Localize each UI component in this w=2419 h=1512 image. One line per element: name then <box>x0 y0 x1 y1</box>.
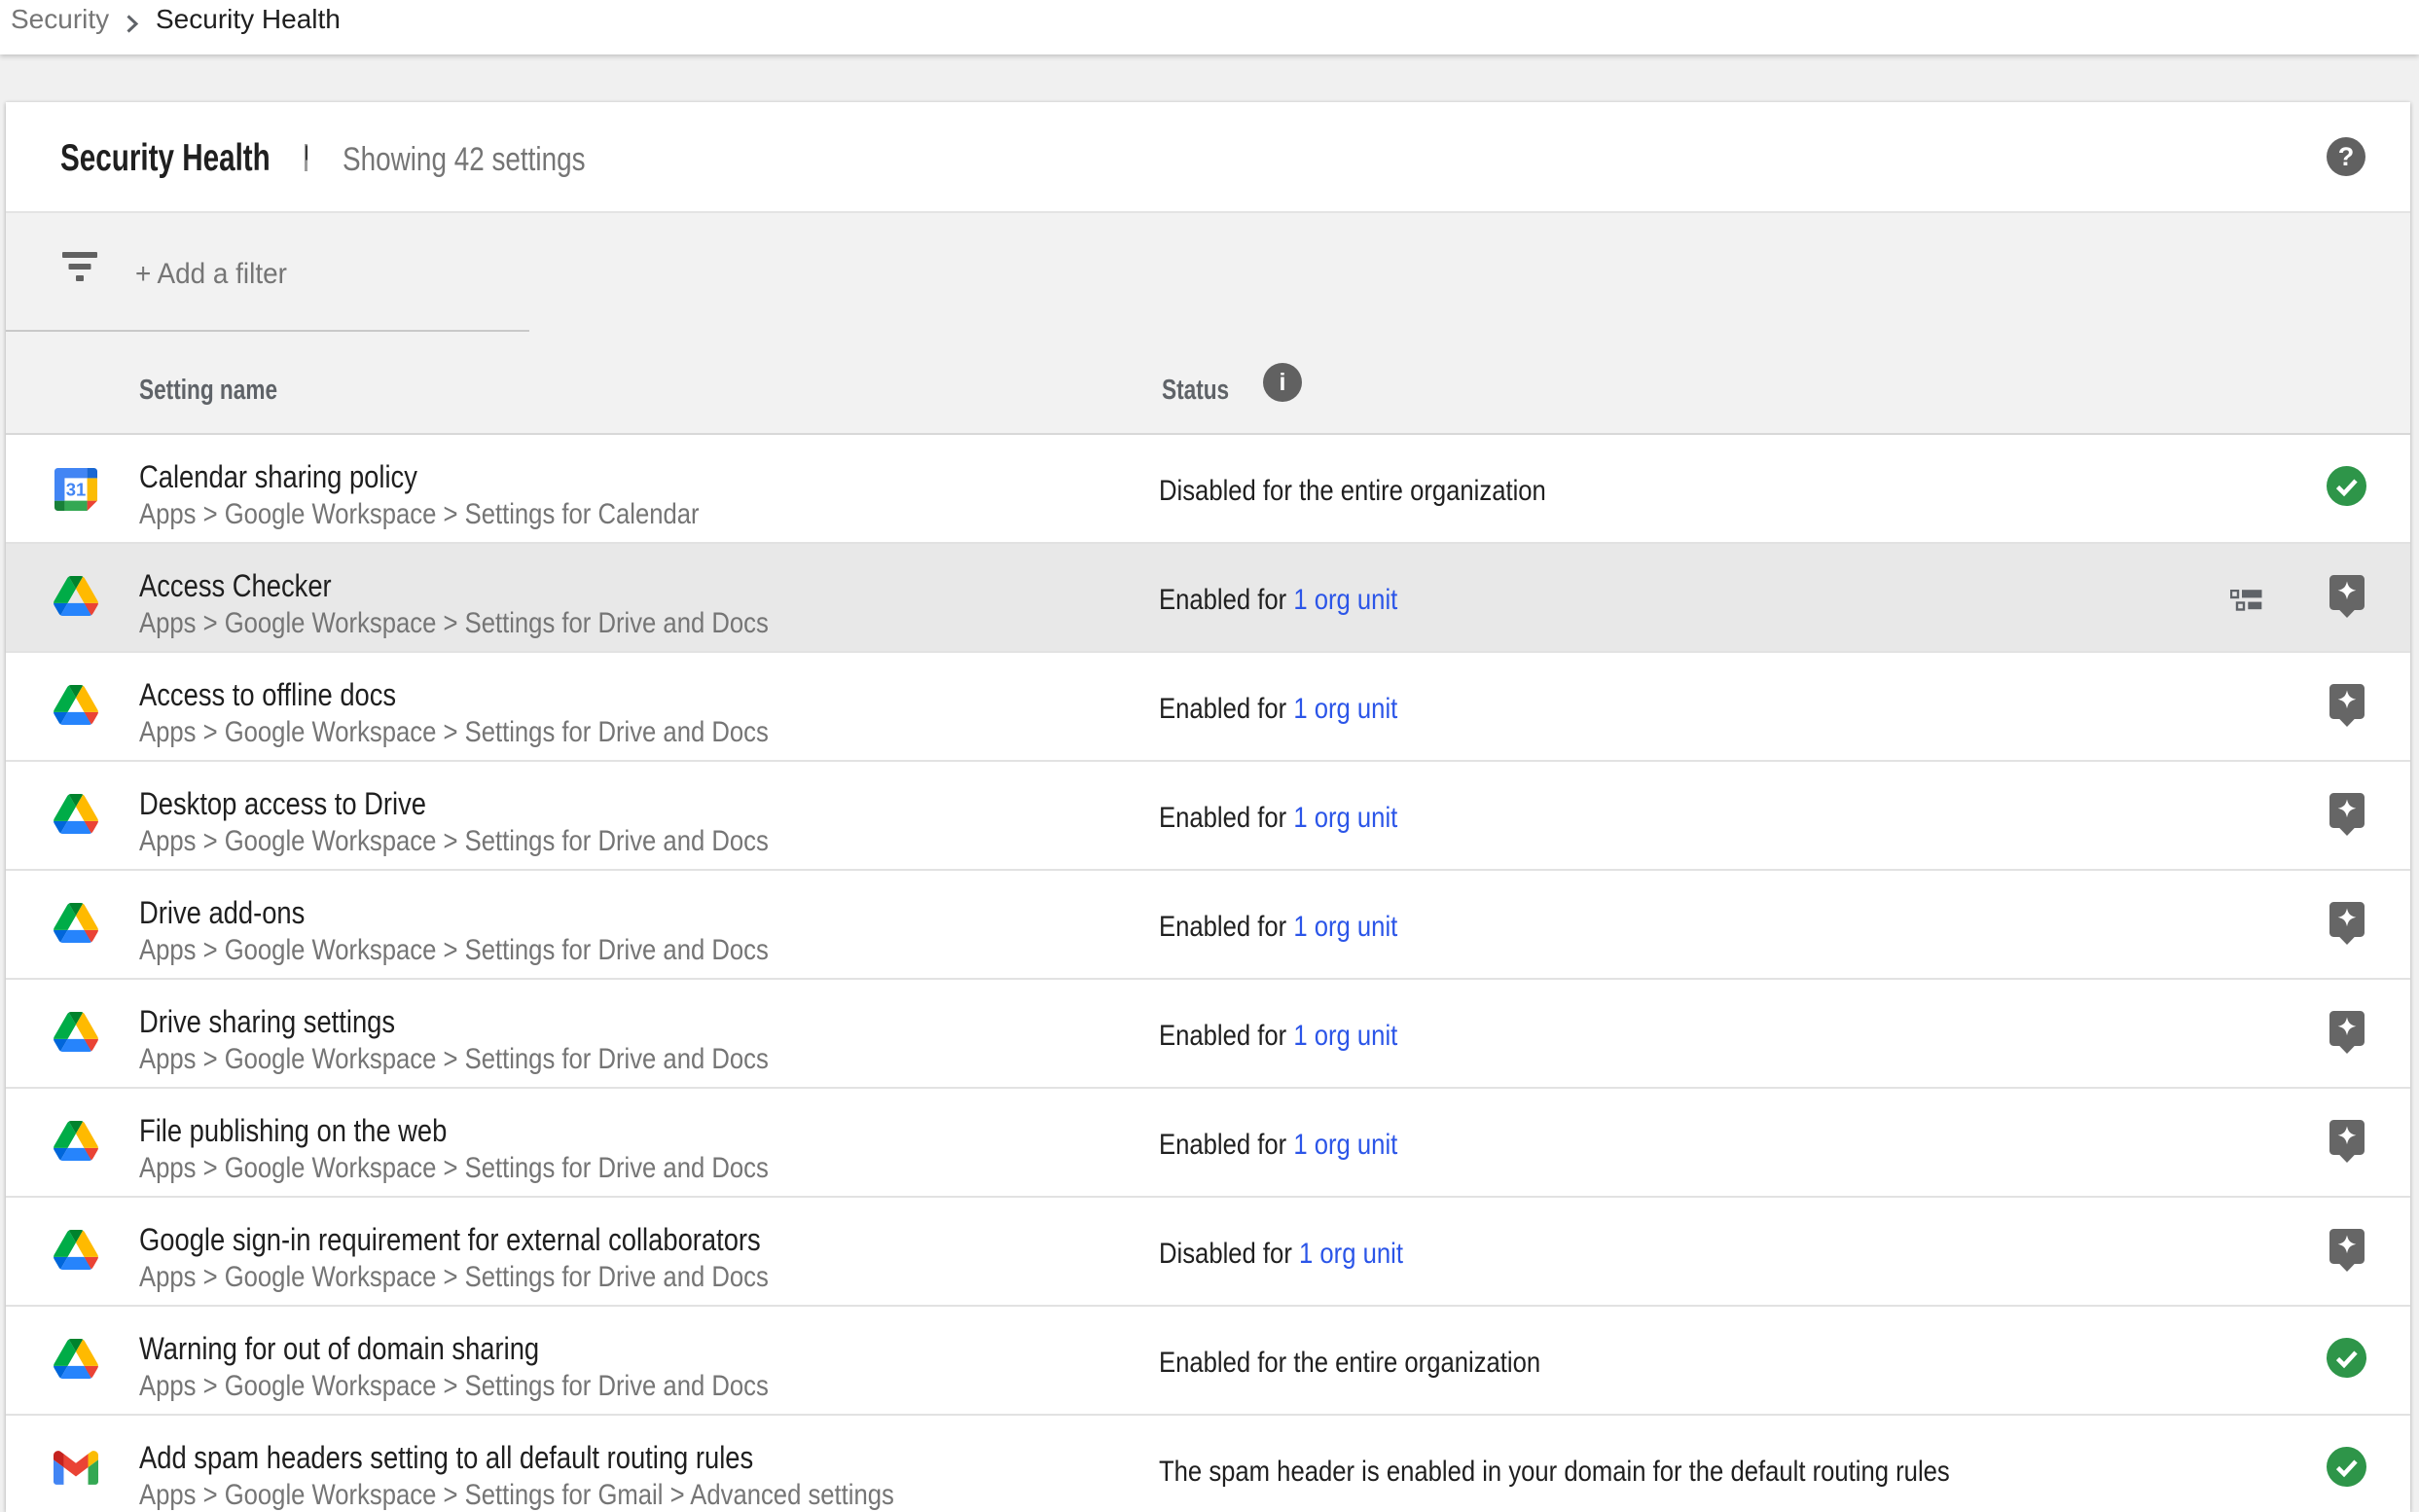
svg-text:31: 31 <box>66 480 87 500</box>
